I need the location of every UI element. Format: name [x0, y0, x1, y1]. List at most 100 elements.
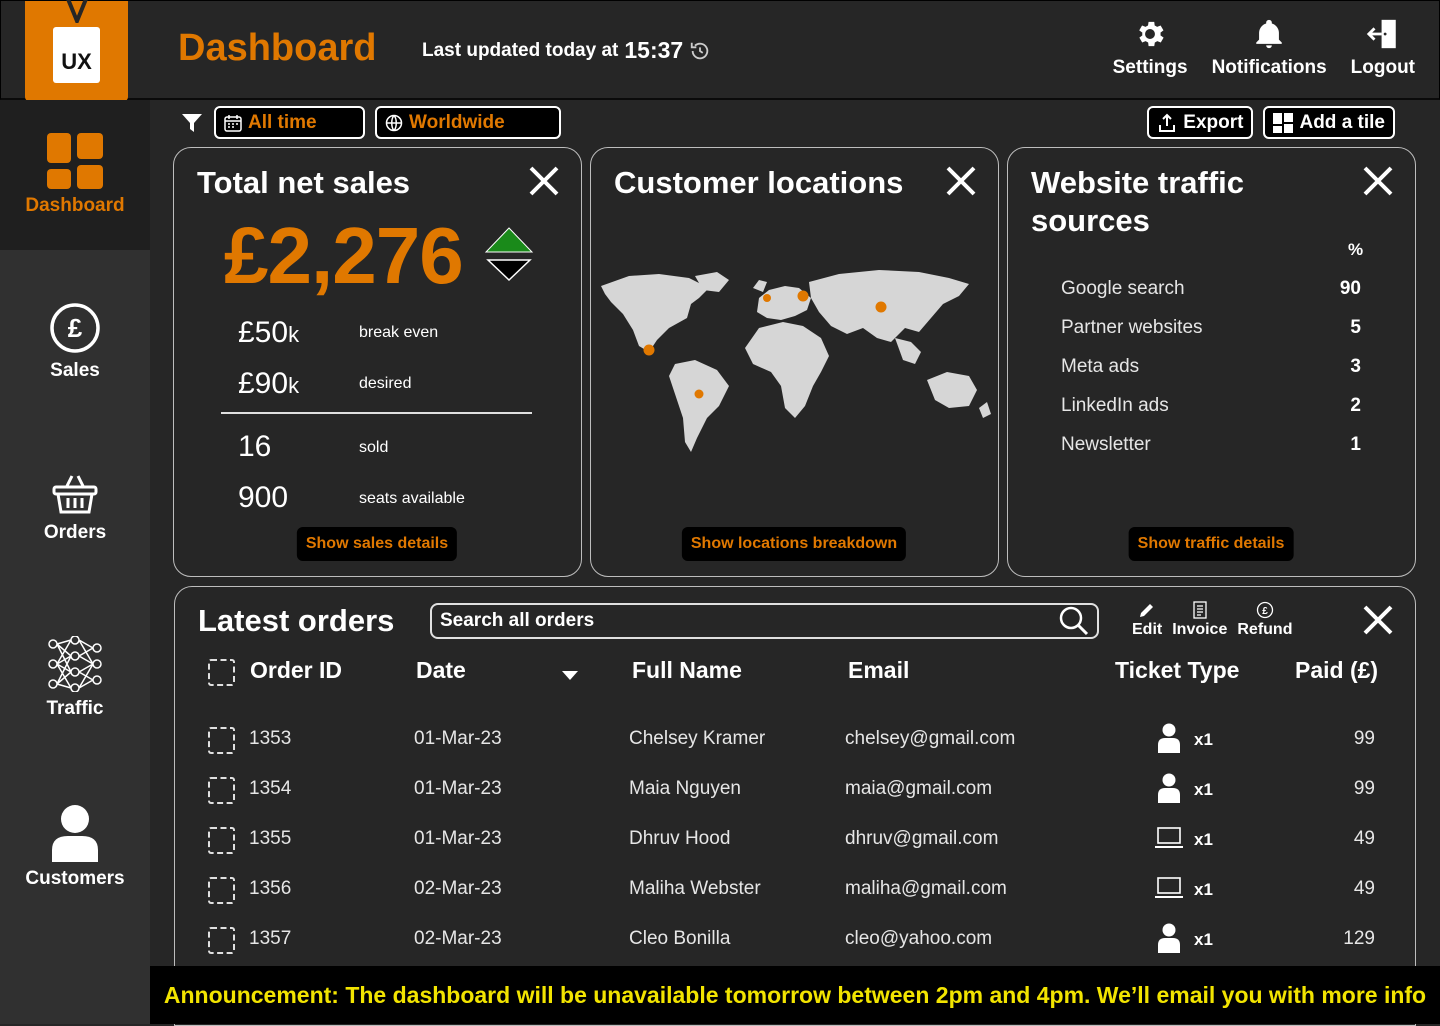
traffic-source: Meta ads: [1061, 356, 1140, 377]
last-updated-time: 15:37: [624, 37, 684, 63]
list-item: LinkedIn ads 2: [1061, 395, 1361, 417]
sidebar-item-customers[interactable]: Customers: [0, 804, 150, 890]
break-even-unit: k: [288, 322, 300, 347]
ticket-qty: x1: [1194, 730, 1213, 749]
logo[interactable]: UX: [25, 0, 128, 101]
pencil-icon: [1140, 604, 1154, 617]
lanyard-icon: [66, 0, 88, 23]
row-checkbox[interactable]: [208, 927, 235, 954]
row-checkbox[interactable]: [208, 877, 235, 904]
network-icon: [48, 636, 102, 692]
select-all-checkbox[interactable]: [208, 659, 235, 686]
sidebar-item-dashboard[interactable]: Dashboard: [0, 100, 150, 250]
svg-text:£: £: [1262, 606, 1268, 617]
order-id: 1357: [249, 928, 292, 949]
ticket-qty: x1: [1194, 830, 1213, 849]
close-icon[interactable]: [1361, 603, 1395, 637]
logout-icon: [1366, 19, 1396, 49]
close-icon[interactable]: [944, 164, 978, 198]
time-filter[interactable]: All time: [214, 106, 365, 139]
row-checkbox[interactable]: [208, 777, 235, 804]
traffic-card: Website traffic sources % Google search 9…: [1007, 147, 1416, 577]
order-name: Dhruv Hood: [629, 828, 731, 849]
sales-card-title: Total net sales: [197, 165, 411, 200]
orders-toolbar: Edit Invoice £ Refund: [1132, 601, 1292, 639]
traffic-percent: 2: [1350, 395, 1361, 416]
sort-desc-icon[interactable]: [561, 669, 579, 681]
export-icon: [1159, 113, 1176, 132]
add-tile-button[interactable]: Add a tile: [1263, 106, 1395, 139]
orders-title: Latest orders: [198, 603, 395, 638]
page-title: Dashboard: [178, 27, 377, 69]
row-checkbox[interactable]: [208, 727, 235, 754]
invoice-icon: [1193, 601, 1207, 619]
sidebar-item-traffic[interactable]: Traffic: [0, 636, 150, 720]
column-header-date[interactable]: Date: [416, 657, 466, 684]
order-paid: 99: [1353, 728, 1375, 749]
person-icon: [1158, 923, 1180, 953]
sales-card: Total net sales £2,276 £50k break even £…: [173, 147, 582, 577]
order-paid: 49: [1353, 878, 1375, 899]
order-name: Cleo Bonilla: [629, 928, 731, 949]
order-name: Maliha Webster: [629, 878, 761, 899]
export-button[interactable]: Export: [1147, 106, 1254, 139]
divider: [221, 412, 532, 414]
ticket-qty: x1: [1194, 780, 1213, 799]
sidebar-item-orders[interactable]: Orders: [0, 472, 150, 544]
refresh-icon[interactable]: [689, 40, 711, 62]
person-icon: [1158, 773, 1180, 803]
traffic-percent: 5: [1350, 317, 1361, 338]
basket-icon: [52, 475, 98, 514]
user-icon: [52, 805, 98, 862]
column-header-paid[interactable]: Paid (£): [1295, 657, 1378, 684]
seats-value: 900: [238, 481, 289, 514]
column-header-ticket-type[interactable]: Ticket Type: [1115, 657, 1239, 684]
list-item: Partner websites 5: [1061, 317, 1361, 339]
order-date: 01-Mar-23: [414, 828, 502, 849]
column-header-email[interactable]: Email: [848, 657, 909, 684]
notifications-button[interactable]: Notifications: [1212, 17, 1327, 79]
trend-arrows-icon: [484, 227, 534, 282]
traffic-source: LinkedIn ads: [1061, 395, 1169, 416]
settings-button[interactable]: Settings: [1113, 17, 1188, 79]
order-id: 1356: [249, 878, 292, 899]
pound-circle-icon: £: [50, 303, 100, 353]
show-sales-details-button[interactable]: Show sales details: [296, 527, 458, 561]
order-paid: 99: [1353, 778, 1375, 799]
search-icon[interactable]: [1059, 606, 1089, 636]
search-input[interactable]: Search all orders: [430, 603, 1099, 639]
sidebar-item-sales[interactable]: £ Sales: [0, 302, 150, 382]
desired-unit: k: [288, 373, 300, 398]
refund-button[interactable]: £ Refund: [1237, 601, 1292, 639]
invoice-label: Invoice: [1172, 621, 1228, 638]
traffic-source: Newsletter: [1061, 434, 1151, 455]
close-icon[interactable]: [527, 164, 561, 198]
last-updated-label: Last updated today at: [422, 39, 619, 61]
dashboard-grid-icon: [47, 133, 103, 189]
show-traffic-details-button[interactable]: Show traffic details: [1128, 527, 1294, 561]
order-id: 1354: [249, 778, 292, 799]
close-icon[interactable]: [1361, 164, 1395, 198]
sidebar-item-label: Dashboard: [25, 195, 125, 216]
sold-label: sold: [359, 439, 389, 456]
break-even-label: break even: [359, 324, 439, 341]
laptop-icon: [1155, 827, 1183, 848]
column-header-order-id[interactable]: Order ID: [250, 657, 342, 684]
show-locations-breakdown-button[interactable]: Show locations breakdown: [681, 527, 907, 561]
order-name: Maia Nguyen: [629, 778, 741, 799]
invoice-button[interactable]: Invoice: [1172, 601, 1227, 639]
region-filter[interactable]: Worldwide: [375, 106, 561, 139]
filter-icon[interactable]: [180, 111, 204, 135]
row-checkbox[interactable]: [208, 827, 235, 854]
settings-label: Settings: [1112, 57, 1188, 78]
filter-bar: All time Worldwide: [180, 106, 561, 139]
ticket-qty: x1: [1194, 880, 1213, 899]
column-header-full-name[interactable]: Full Name: [632, 657, 742, 684]
person-icon: [1158, 723, 1180, 753]
locations-card: Customer locations Show locations breakd…: [590, 147, 999, 577]
traffic-percent: 90: [1339, 278, 1361, 299]
logout-button[interactable]: Logout: [1351, 17, 1415, 79]
order-name: Chelsey Kramer: [629, 728, 766, 749]
edit-button[interactable]: Edit: [1132, 601, 1162, 639]
refund-label: Refund: [1237, 621, 1293, 638]
